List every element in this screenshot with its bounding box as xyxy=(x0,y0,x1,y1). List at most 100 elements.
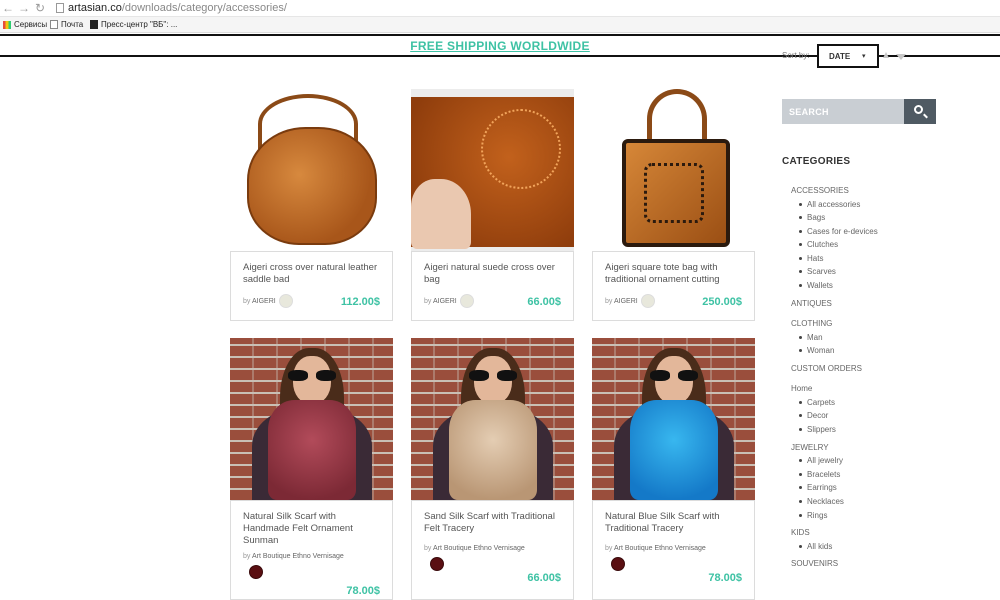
category-group[interactable]: JEWELRY xyxy=(791,441,991,455)
subcategory-item[interactable]: Man xyxy=(799,331,991,345)
product-price: 66.00$ xyxy=(527,296,561,308)
product-card[interactable]: Aigeri natural suede cross over bag by A… xyxy=(411,89,574,321)
product-price: 78.00$ xyxy=(708,572,742,584)
by-label: by xyxy=(424,545,432,552)
subcategory-list: Man Woman xyxy=(791,331,991,358)
by-label: by xyxy=(243,553,251,560)
product-image-leather-saddle-bag[interactable] xyxy=(230,89,393,251)
subcategory-list: Carpets Decor Slippers xyxy=(791,396,991,437)
subcategory-item[interactable]: All jewelry xyxy=(799,454,991,468)
product-image-square-tote-bag[interactable] xyxy=(592,89,755,251)
search-button[interactable] xyxy=(904,99,936,124)
subcategory-list: All accessories Bags Cases for e-devices Cl… xyxy=(791,198,991,293)
subcategory-item[interactable]: Wallets xyxy=(799,279,991,293)
product-image-sand-scarf[interactable] xyxy=(411,338,574,500)
forward-icon[interactable]: → xyxy=(18,1,30,15)
sort-label: Sort by: xyxy=(782,51,810,60)
category-list: ACCESSORIES All accessories Bags Cases for … xyxy=(791,184,991,578)
subcategory-item[interactable]: Cases for e-devices xyxy=(799,225,991,239)
product-title[interactable]: Aigeri natural suede cross over bag xyxy=(412,252,573,292)
product-author[interactable]: AIGERI xyxy=(252,298,276,305)
shipping-banner-link[interactable]: FREE SHIPPING WORLDWIDE xyxy=(410,39,590,53)
subcategory-item[interactable]: All kids xyxy=(799,540,991,554)
apps-icon[interactable] xyxy=(3,21,11,29)
search-icon xyxy=(914,105,923,114)
category-group[interactable]: CUSTOM ORDERS xyxy=(791,362,991,376)
subcategory-item[interactable]: Hats xyxy=(799,252,991,266)
author-avatar[interactable] xyxy=(249,564,263,579)
product-price: 112.00$ xyxy=(340,296,380,308)
url-host: artasian.co xyxy=(68,2,122,14)
author-avatar[interactable] xyxy=(611,556,625,571)
subcategory-item[interactable]: Necklaces xyxy=(799,495,991,509)
subcategory-item[interactable]: Earrings xyxy=(799,481,991,495)
product-title[interactable]: Aigeri cross over natural leather saddle… xyxy=(231,252,392,292)
sort-selected-value: DATE xyxy=(829,52,851,61)
product-price: 250.00$ xyxy=(702,296,742,308)
product-title[interactable]: Aigeri square tote bag with traditional … xyxy=(593,252,754,292)
product-image-blue-scarf[interactable] xyxy=(592,338,755,500)
product-image-red-scarf[interactable] xyxy=(230,338,393,500)
category-group[interactable]: ANTIQUES xyxy=(791,297,991,311)
product-author[interactable]: AIGERI xyxy=(433,298,457,305)
by-label: by xyxy=(424,297,432,305)
subcategory-item[interactable]: Carpets xyxy=(799,396,991,410)
bookmark-page-icon xyxy=(50,20,58,29)
author-avatar[interactable] xyxy=(430,556,444,571)
category-group[interactable]: ACCESSORIES xyxy=(791,184,991,198)
subcategory-item[interactable]: Scarves xyxy=(799,265,991,279)
bookmark-vb-icon xyxy=(90,20,98,29)
page-icon xyxy=(56,3,64,13)
author-avatar[interactable] xyxy=(640,294,655,308)
subcategory-item[interactable]: Bracelets xyxy=(799,468,991,482)
category-group[interactable]: SOUVENIRS xyxy=(791,557,991,571)
url-path: /downloads/category/accessories/ xyxy=(121,2,287,14)
category-group[interactable]: KIDS xyxy=(791,526,991,540)
subcategory-item[interactable]: Decor xyxy=(799,409,991,423)
product-title[interactable]: Natural Blue Silk Scarf with Traditional… xyxy=(593,501,754,541)
back-icon[interactable]: ← xyxy=(2,1,14,15)
url-field[interactable]: artasian.co/downloads/category/accessori… xyxy=(68,2,287,15)
reload-icon[interactable]: ↻ xyxy=(35,1,45,15)
product-author[interactable]: Art Boutique Ethno Vernisage xyxy=(433,545,525,552)
chevron-down-icon: ▾ xyxy=(862,53,866,60)
bookmarks-bar: Сервисы Почта Пресс-центр "ВБ": ... xyxy=(0,17,1000,33)
product-title[interactable]: Sand Silk Scarf with Traditional Felt Tr… xyxy=(412,501,573,541)
subcategory-list: All kids xyxy=(791,540,991,554)
product-author[interactable]: Art Boutique Ethno Vernisage xyxy=(252,553,344,560)
bookmark-mail[interactable]: Почта xyxy=(61,19,83,30)
category-group[interactable]: CLOTHING xyxy=(791,317,991,331)
subcategory-item[interactable]: Bags xyxy=(799,211,991,225)
sort-asc-icon[interactable] xyxy=(883,52,889,58)
by-label: by xyxy=(243,297,251,305)
product-card[interactable]: Natural Blue Silk Scarf with Traditional… xyxy=(592,338,755,600)
sort-select[interactable]: DATE xyxy=(817,44,879,68)
product-author[interactable]: Art Boutique Ethno Vernisage xyxy=(614,545,706,552)
product-card[interactable]: Natural Silk Scarf with Handmade Felt Or… xyxy=(230,338,393,600)
bookmark-press-center[interactable]: Пресс-центр "ВБ": ... xyxy=(101,19,177,30)
category-group[interactable]: Home xyxy=(791,382,991,396)
sort-desc-icon[interactable] xyxy=(896,54,906,60)
subcategory-item[interactable]: Rings xyxy=(799,509,991,523)
product-price: 66.00$ xyxy=(527,572,561,584)
product-title[interactable]: Natural Silk Scarf with Handmade Felt Or… xyxy=(231,501,392,547)
subcategory-list: All jewelry Bracelets Earrings Necklaces Rin… xyxy=(791,454,991,522)
subcategory-item[interactable]: Clutches xyxy=(799,238,991,252)
bookmark-services[interactable]: Сервисы xyxy=(14,19,47,30)
product-author[interactable]: AIGERI xyxy=(614,298,638,305)
product-price: 78.00$ xyxy=(346,585,380,597)
browser-address-bar: ← → ↻ artasian.co/downloads/category/acc… xyxy=(0,0,1000,17)
subcategory-item[interactable]: Slippers xyxy=(799,423,991,437)
by-label: by xyxy=(605,297,613,305)
categories-title: CATEGORIES xyxy=(782,156,851,167)
subcategory-item[interactable]: Woman xyxy=(799,344,991,358)
product-card[interactable]: Aigeri square tote bag with traditional … xyxy=(592,89,755,321)
subcategory-item[interactable]: All accessories xyxy=(799,198,991,212)
by-label: by xyxy=(605,545,613,552)
search-input[interactable]: SEARCH xyxy=(782,99,904,124)
author-avatar[interactable] xyxy=(459,294,474,308)
product-card[interactable]: Aigeri cross over natural leather saddle… xyxy=(230,89,393,321)
product-card[interactable]: Sand Silk Scarf with Traditional Felt Tr… xyxy=(411,338,574,600)
author-avatar[interactable] xyxy=(278,294,293,308)
product-image-suede-bag[interactable] xyxy=(411,89,574,251)
